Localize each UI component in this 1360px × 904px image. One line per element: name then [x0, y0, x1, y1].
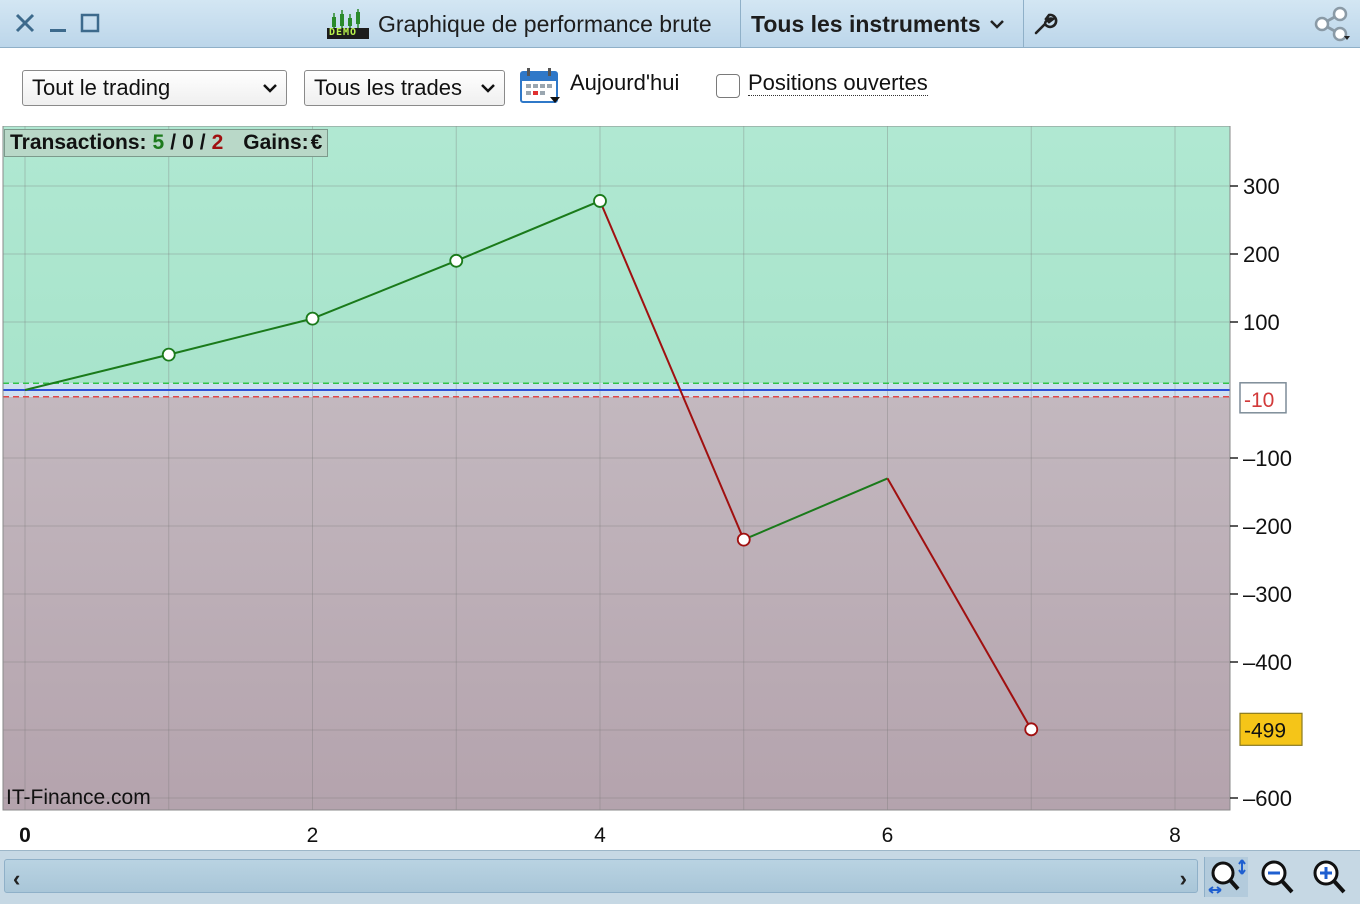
scroll-left-icon[interactable]: ‹	[13, 866, 20, 892]
loss-zone	[3, 396, 1230, 810]
x-tick-label: 0	[19, 824, 31, 847]
trading-filter-value: Tout le trading	[32, 75, 171, 100]
share-icon[interactable]	[1312, 6, 1352, 42]
horizontal-scrollbar-bar: ‹ ›	[0, 850, 1360, 904]
scroll-right-icon[interactable]: ›	[1180, 866, 1187, 892]
transactions-label: Transactions:	[10, 131, 147, 154]
data-point[interactable]	[449, 253, 464, 268]
zoom-out-icon[interactable]	[1256, 857, 1300, 897]
window-title-group: DEMO Graphique de performance brute	[326, 0, 712, 48]
chevron-down-icon	[263, 84, 277, 93]
y-tick-label: –600	[1243, 786, 1292, 811]
instrument-selector[interactable]: Tous les instruments	[740, 0, 1024, 48]
data-point[interactable]	[736, 532, 751, 547]
y-tick-label: –200	[1243, 514, 1292, 539]
close-icon[interactable]	[12, 10, 38, 36]
horizontal-scrollbar[interactable]: ‹ ›	[4, 859, 1198, 893]
window-title: Graphique de performance brute	[378, 10, 712, 37]
y-tick-label: –300	[1243, 582, 1292, 607]
trading-filter-select[interactable]: Tout le trading	[22, 70, 287, 106]
x-tick-label: 4	[594, 824, 606, 847]
maximize-icon[interactable]	[77, 10, 103, 36]
date-label[interactable]: Aujourd'hui	[570, 70, 679, 96]
data-point[interactable]	[305, 311, 320, 326]
open-positions-label[interactable]: Positions ouvertes	[748, 71, 928, 96]
open-positions-checkbox[interactable]	[716, 74, 740, 98]
trades-filter-value: Tous les trades	[314, 75, 462, 100]
gain-zone	[3, 126, 1230, 384]
y-tick-label: 100	[1243, 310, 1280, 335]
chevron-down-icon	[989, 20, 1004, 29]
minimize-icon[interactable]	[45, 10, 71, 36]
x-tick-label: 6	[882, 824, 894, 847]
separator: /	[170, 131, 177, 154]
demo-candles-icon: DEMO	[326, 8, 370, 40]
data-point[interactable]	[161, 347, 176, 362]
even-trades-count: 0	[182, 131, 194, 154]
last-value-label: -499	[1244, 719, 1286, 742]
watermark: IT-Finance.com	[6, 786, 151, 809]
data-point[interactable]	[593, 194, 607, 208]
x-tick-label: 2	[307, 824, 319, 847]
calendar-icon[interactable]	[519, 66, 561, 106]
wrench-icon[interactable]	[1030, 10, 1058, 38]
zoom-in-icon[interactable]	[1308, 857, 1352, 897]
y-tick-label: 300	[1243, 174, 1280, 199]
separator: /	[199, 131, 206, 154]
winning-trades-count: 5	[152, 131, 165, 154]
data-point[interactable]	[1024, 722, 1039, 737]
instrument-selector-label: Tous les instruments	[751, 10, 981, 37]
losing-trades-count: 2	[211, 131, 224, 154]
title-bar: DEMO Graphique de performance brute Tous…	[0, 0, 1360, 48]
chevron-down-icon	[481, 84, 495, 93]
y-tick-label: –100	[1243, 446, 1292, 471]
y-tick-label: 200	[1243, 242, 1280, 267]
demo-badge: DEMO	[329, 27, 358, 38]
currency-symbol: €	[310, 131, 323, 154]
lower-threshold-value: -10	[1244, 389, 1274, 412]
trades-filter-select[interactable]: Tous les trades	[304, 70, 505, 106]
performance-chart[interactable]: 300 200 100 –100 –200 –300 –400 –600 0 2 4 6 8 -10 -49…	[0, 125, 1360, 850]
x-tick-label: 8	[1169, 824, 1181, 847]
gains-label: Gains:	[243, 131, 309, 154]
filter-toolbar: Tout le trading Tous les trades Aujourd'…	[0, 48, 1360, 126]
zoom-fit-icon[interactable]	[1204, 857, 1248, 897]
y-tick-label: –400	[1243, 650, 1292, 675]
transactions-summary: Transactions: 5 / 0 / 2 Gains: €	[4, 129, 329, 157]
